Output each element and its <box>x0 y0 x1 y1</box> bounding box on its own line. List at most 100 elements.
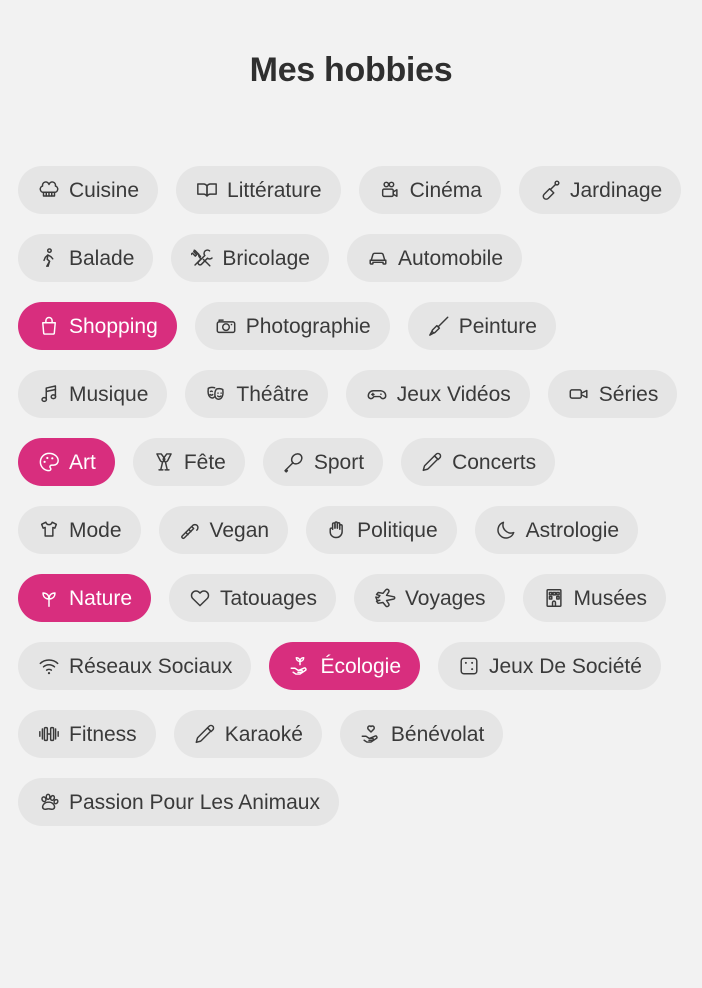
airplane-icon <box>373 586 397 610</box>
hobby-chip-balade[interactable]: Balade <box>18 234 154 282</box>
hobby-chip-karaoke[interactable]: Karaoké <box>173 710 322 758</box>
hobby-chip-label: Balade <box>69 246 135 270</box>
hobby-chip-label: Passion Pour Les Animaux <box>69 790 320 814</box>
film-camera-icon <box>378 178 402 202</box>
music-note-icon <box>37 382 61 406</box>
tshirt-icon <box>37 518 61 542</box>
hobby-chip-peinture[interactable]: Peinture <box>407 302 556 350</box>
hobby-chip-label: Réseaux Sociaux <box>69 654 233 678</box>
paintbrush-icon <box>427 314 451 338</box>
dumbbell-icon <box>37 722 61 746</box>
hobby-chip-series[interactable]: Séries <box>547 370 678 418</box>
wifi-icon <box>37 654 61 678</box>
sprout-icon <box>37 586 61 610</box>
camera-icon <box>214 314 238 338</box>
hobby-chip-astrologie[interactable]: Astrologie <box>474 506 639 554</box>
hobby-chip-concerts[interactable]: Concerts <box>401 438 556 486</box>
hobby-chip-musees[interactable]: Musées <box>522 574 667 622</box>
hobby-chip-label: Automobile <box>397 246 504 270</box>
hobby-chip-label: Fitness <box>69 722 137 746</box>
hobby-chip-label: Fête <box>183 450 226 474</box>
hobby-chip-passion-pour-les-animaux[interactable]: Passion Pour Les Animaux <box>18 778 339 826</box>
hobby-chip-politique[interactable]: Politique <box>306 506 457 554</box>
hobby-chip-bricolage[interactable]: Bricolage <box>171 234 329 282</box>
hobby-chip-jardinage[interactable]: Jardinage <box>518 166 682 214</box>
hobby-chip-label: Concerts <box>452 450 537 474</box>
hobby-chip-sport[interactable]: Sport <box>262 438 384 486</box>
theater-masks-icon <box>204 382 228 406</box>
hobby-chip-label: Jeux Vidéos <box>396 382 511 406</box>
hobby-chip-label: Vegan <box>209 518 270 542</box>
hobby-chip-label: Musique <box>69 382 149 406</box>
hobby-chip-label: Mode <box>69 518 122 542</box>
hobby-chip-vegan[interactable]: Vegan <box>158 506 289 554</box>
hobby-chip-theatre[interactable]: Théâtre <box>185 370 328 418</box>
crescent-moon-icon <box>494 518 518 542</box>
hobby-chip-label: Séries <box>598 382 659 406</box>
hobby-chip-voyages[interactable]: Voyages <box>353 574 505 622</box>
hobby-chip-list: Cuisine Littérature Cinéma Jardinage Balade B… <box>0 94 702 826</box>
walking-person-icon <box>37 246 61 270</box>
hobby-chip-label: Littérature <box>227 178 322 202</box>
gamepad-icon <box>365 382 389 406</box>
hobbies-page: Mes hobbies Cuisine Littérature Cinéma Jard… <box>0 0 702 988</box>
hobby-chip-label: Musées <box>573 586 648 610</box>
hobby-chip-reseaux-sociaux[interactable]: Réseaux Sociaux <box>18 642 252 690</box>
microphone-icon <box>420 450 444 474</box>
hobby-chip-cuisine[interactable]: Cuisine <box>18 166 159 214</box>
shovel-icon <box>538 178 562 202</box>
hobby-chip-fete[interactable]: Fête <box>132 438 245 486</box>
hobby-chip-label: Jardinage <box>569 178 663 202</box>
open-book-icon <box>195 178 219 202</box>
heart-icon <box>188 586 212 610</box>
hobby-chip-label: Sport <box>313 450 365 474</box>
hobby-chip-label: Écologie <box>320 654 401 678</box>
hobby-chip-label: Karaoké <box>224 722 303 746</box>
hobby-chip-label: Nature <box>69 586 133 610</box>
hobby-chip-jeux-videos[interactable]: Jeux Vidéos <box>345 370 530 418</box>
hobby-chip-jeux-de-societe[interactable]: Jeux De Société <box>438 642 661 690</box>
hobby-chip-photographie[interactable]: Photographie <box>194 302 390 350</box>
video-camera-icon <box>567 382 591 406</box>
hobby-chip-litterature[interactable]: Littérature <box>176 166 341 214</box>
hobby-chip-label: Bricolage <box>222 246 310 270</box>
car-icon <box>366 246 390 270</box>
racket-icon <box>282 450 306 474</box>
dice-icon <box>457 654 481 678</box>
raised-fist-icon <box>325 518 349 542</box>
hobby-chip-ecologie[interactable]: Écologie <box>269 642 420 690</box>
hobby-chip-label: Cinéma <box>409 178 482 202</box>
hobby-chip-benevolat[interactable]: Bénévolat <box>339 710 504 758</box>
hobby-chip-label: Voyages <box>404 586 486 610</box>
hobby-chip-label: Bénévolat <box>390 722 485 746</box>
hobby-chip-label: Peinture <box>458 314 537 338</box>
hand-heart-icon <box>359 722 383 746</box>
palette-icon <box>37 450 61 474</box>
chef-hat-icon <box>37 178 61 202</box>
hobby-chip-tatouages[interactable]: Tatouages <box>169 574 336 622</box>
hobby-chip-musique[interactable]: Musique <box>18 370 168 418</box>
hobby-chip-shopping[interactable]: Shopping <box>18 302 177 350</box>
hobby-chip-fitness[interactable]: Fitness <box>18 710 156 758</box>
hobby-chip-label: Photographie <box>245 314 371 338</box>
tools-icon <box>190 246 214 270</box>
microphone-icon <box>193 722 217 746</box>
hobby-chip-mode[interactable]: Mode <box>18 506 141 554</box>
museum-building-icon <box>542 586 566 610</box>
shopping-bag-icon <box>37 314 61 338</box>
hobby-chip-nature[interactable]: Nature <box>18 574 152 622</box>
hobby-chip-label: Cuisine <box>69 178 140 202</box>
hobby-chip-automobile[interactable]: Automobile <box>346 234 523 282</box>
hand-sprout-icon <box>288 654 312 678</box>
carrot-icon <box>178 518 202 542</box>
hobby-chip-label: Art <box>69 450 96 474</box>
hobby-chip-label: Shopping <box>69 314 158 338</box>
hobby-chip-label: Jeux De Société <box>489 654 642 678</box>
hobby-chip-cinema[interactable]: Cinéma <box>358 166 501 214</box>
hobby-chip-label: Tatouages <box>220 586 317 610</box>
hobby-chip-art[interactable]: Art <box>18 438 115 486</box>
hobby-chip-label: Théâtre <box>236 382 309 406</box>
champagne-glasses-icon <box>152 450 176 474</box>
paw-print-icon <box>37 790 61 814</box>
page-title: Mes hobbies <box>249 51 453 89</box>
